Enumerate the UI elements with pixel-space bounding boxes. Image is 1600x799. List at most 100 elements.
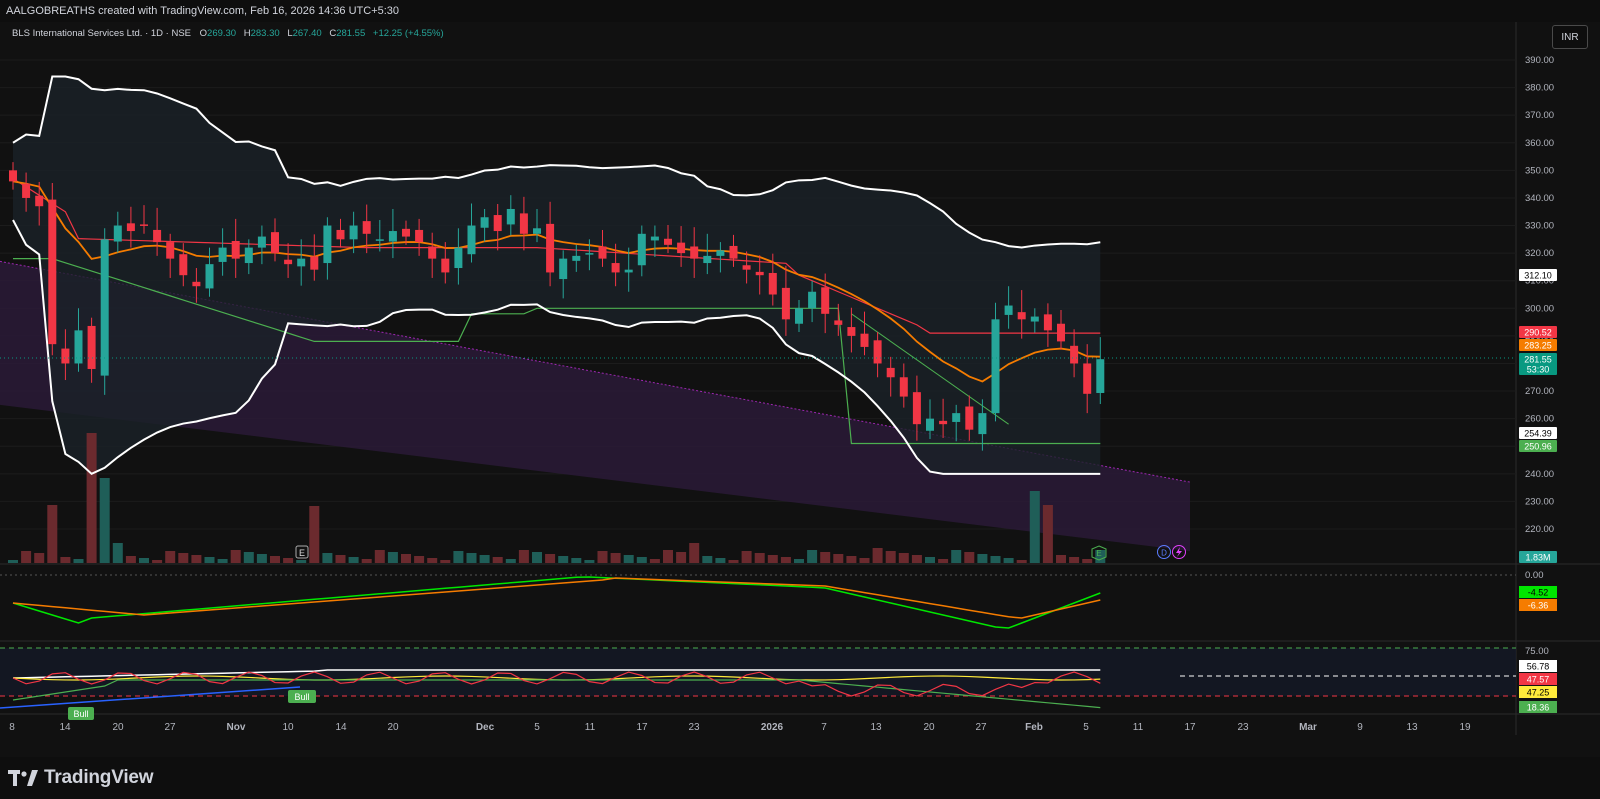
candle-body (834, 320, 843, 325)
volume-bar (623, 555, 634, 563)
candle-body (257, 236, 266, 248)
tradingview-logo-icon (8, 770, 38, 786)
candle-body (598, 246, 607, 259)
volume-bar (191, 555, 202, 563)
volume-bar (492, 557, 503, 563)
volume-bar (21, 551, 32, 563)
svg-text:47.57: 47.57 (1527, 675, 1550, 685)
volume-bar (152, 560, 163, 563)
candle-body (650, 236, 659, 241)
candle-body (519, 213, 528, 234)
candle-body (166, 242, 175, 259)
legend-change: +12.25 (+4.55%) (373, 28, 444, 39)
svg-text:47.25: 47.25 (1527, 688, 1550, 698)
price-axis[interactable]: 390.00 380.00 370.00 360.00 350.00 340.00 330.… (1525, 55, 1554, 535)
macd-tick-label: 0.00 (1525, 570, 1544, 581)
time-tick-label: 14 (335, 722, 347, 733)
candle-body (284, 259, 293, 265)
volume-bar (1003, 558, 1014, 563)
volume-bar (663, 550, 673, 563)
candle-body (402, 228, 410, 237)
volume-bar (702, 556, 713, 563)
candle-body (454, 247, 463, 269)
volume-bar (715, 558, 726, 563)
volume-bar (820, 552, 831, 563)
volume-bar (754, 553, 765, 563)
currency-button[interactable]: INR (1552, 25, 1588, 49)
candle-body (1017, 312, 1026, 320)
volume-bar (335, 555, 346, 563)
price-badge: 53:30 (1519, 363, 1557, 375)
svg-text:290.52: 290.52 (1524, 328, 1552, 338)
candle-body (48, 199, 57, 345)
candle-body (847, 327, 856, 336)
candle-body (624, 269, 633, 273)
candle-body (349, 225, 358, 240)
candle-body (729, 245, 738, 259)
candle-body (231, 240, 240, 259)
candle-body (768, 272, 777, 295)
time-tick-label: Feb (1025, 722, 1043, 733)
svg-text:Bull: Bull (73, 709, 88, 719)
volume-bar (990, 556, 1001, 563)
price-tick-label: 300.00 (1525, 303, 1554, 314)
chart-svg[interactable]: Bull Bull E E D 390.00 380.00 370.00 360.00… (0, 22, 1600, 757)
candle-body (611, 263, 620, 273)
time-tick-label: Mar (1299, 722, 1317, 733)
volume-bar (859, 558, 870, 563)
volume-bar (256, 554, 267, 563)
volume-bar (911, 555, 922, 563)
macd-axis: 0.00 -4.52 -6.36 (1519, 570, 1557, 611)
candle-body (323, 225, 332, 264)
volume-bar (977, 554, 988, 563)
time-axis[interactable]: 8 14 20 27 Nov 10 14 20 Dec 5 11 17 23 2026 7 13 20 27 Feb… (9, 722, 1471, 733)
candle-body (441, 258, 450, 273)
time-tick-label: 27 (975, 722, 987, 733)
rsi-badge: 56.78 (1519, 660, 1557, 672)
price-tick-label: 320.00 (1525, 248, 1554, 259)
legend: BLS International Services Ltd. · 1D · N… (12, 28, 444, 39)
volume-bar (440, 560, 451, 563)
candle-body (572, 255, 581, 261)
volume-bar (125, 556, 136, 563)
candle-body (821, 287, 830, 314)
candle-body (1096, 359, 1105, 393)
time-tick-label: Nov (227, 722, 246, 733)
volume-bar (1042, 505, 1053, 563)
macd-pane[interactable] (0, 565, 1516, 640)
volume-bar (532, 552, 542, 563)
candle-body (244, 247, 253, 264)
time-tick-label: 11 (585, 722, 596, 733)
volume-bar (309, 506, 320, 563)
volume-bar (348, 557, 359, 563)
volume-bar (178, 553, 189, 563)
volume-bar (1082, 559, 1093, 563)
candle-body (939, 420, 948, 425)
chart-area[interactable]: Bull Bull E E D 390.00 380.00 370.00 360.00… (0, 22, 1600, 757)
volume-bar (610, 553, 621, 563)
volume-bar (217, 559, 228, 563)
volume-bar (1056, 555, 1066, 563)
volume-bar (676, 552, 687, 563)
volume-bar (780, 557, 791, 563)
candle-body (375, 239, 384, 241)
candle-body (113, 225, 122, 242)
rsi-badge: 18.36 (1519, 701, 1557, 713)
volume-bar (204, 557, 215, 563)
volume-bar (794, 559, 804, 563)
svg-text:1.83M: 1.83M (1525, 553, 1550, 563)
time-tick-label: 20 (923, 722, 935, 733)
svg-text:18.36: 18.36 (1527, 703, 1550, 713)
volume-bar (545, 554, 556, 563)
svg-text:283.25: 283.25 (1524, 341, 1552, 351)
volume-bar (139, 558, 149, 563)
candle-body (271, 232, 279, 254)
candle-body (873, 340, 882, 364)
tradingview-logo[interactable]: TradingView (8, 766, 154, 790)
svg-text:53:30: 53:30 (1527, 365, 1550, 375)
time-tick-label: 20 (112, 722, 124, 733)
volume-bar (885, 551, 896, 563)
candle-body (336, 229, 345, 240)
volume-bar (86, 433, 97, 563)
candle-body (126, 223, 135, 232)
